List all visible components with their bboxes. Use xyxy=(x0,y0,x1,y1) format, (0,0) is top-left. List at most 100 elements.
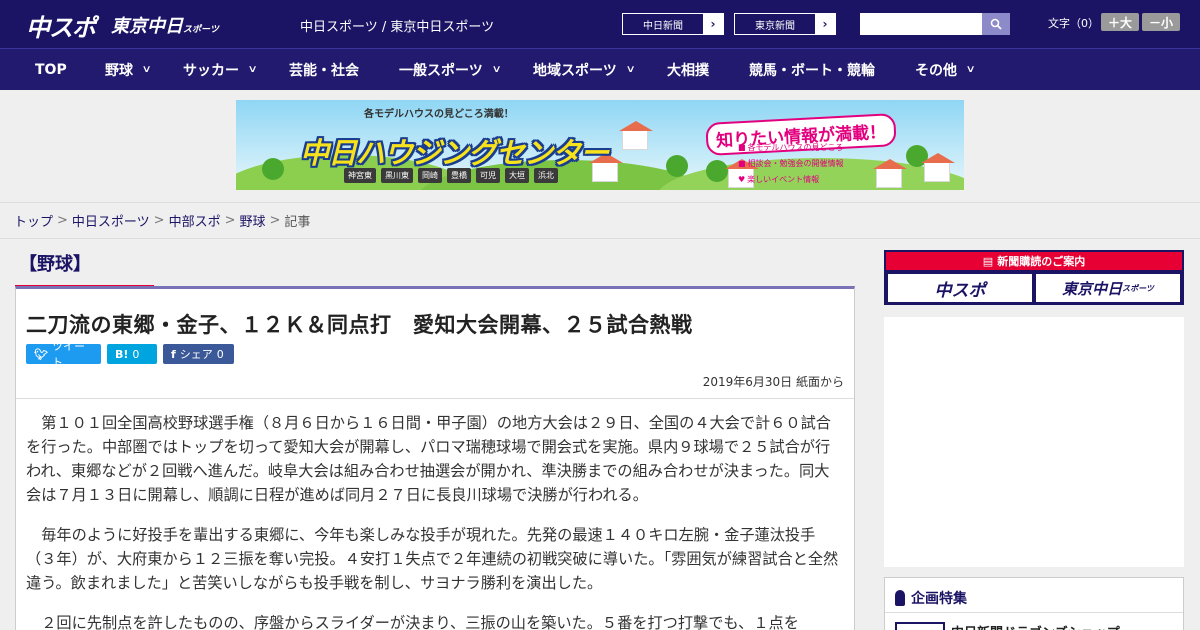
facebook-share-button[interactable]: f シェア 0 xyxy=(163,344,234,364)
nav-item-label: 地域スポーツ xyxy=(533,62,617,79)
nav-item-local-sports[interactable]: 地域スポーツ ∨ xyxy=(533,49,636,90)
facebook-label: シェア xyxy=(179,348,213,361)
housing-center-ad-banner[interactable]: 各モデルハウスの見どころ満載！ 中日ハウジングセンター 神宮東 黒川東 岡崎 豊… xyxy=(236,100,964,190)
house-icon xyxy=(921,153,955,182)
article-paragraph: ２回に先制点を許したものの、序盤からスライダーが決まり、三振の山を築いた。５番を… xyxy=(41,614,799,630)
nav-item-label: 競馬・ボート・競輪 xyxy=(749,62,875,79)
nav-item-racing[interactable]: 競馬・ボート・競輪 xyxy=(749,49,875,90)
subscribe-tokyo-chunichi-button[interactable]: 東京中日 スポーツ xyxy=(1036,274,1180,302)
search-icon xyxy=(990,18,1002,30)
article-paragraph: 第１０１回全国高校野球選手権（８月６日から１６日間・甲子園）の地方大会は２９日、… xyxy=(26,414,831,504)
banner-title: 中日ハウジングセンター xyxy=(300,136,609,170)
banner-feature-text: 各モデルハウスの見どころ xyxy=(747,143,844,152)
hatena-count: 0 xyxy=(132,347,140,361)
feature-box: 企画特集 中日新聞ドラゴンズショップ xyxy=(884,577,1184,630)
breadcrumb-link-baseball[interactable]: 野球 xyxy=(240,211,266,230)
chevron-down-icon: ∨ xyxy=(491,64,502,75)
search-button[interactable] xyxy=(982,13,1010,35)
facebook-count: 0 xyxy=(216,347,224,361)
nav-item-label: 大相撲 xyxy=(667,62,709,79)
breadcrumb-separator: > xyxy=(269,213,281,228)
font-larger-button[interactable]: ＋大 xyxy=(1101,13,1139,31)
banner-area: 各モデルハウスの見どころ満載！ 中日ハウジングセンター 神宮東 黒川東 岡崎 豊… xyxy=(0,90,1200,202)
sidebar-ad[interactable] xyxy=(884,317,1184,567)
banner-feature-item: ■ 相談会・勉強会の開催情報 xyxy=(738,156,846,172)
nav-item-label: TOP xyxy=(35,61,67,78)
breadcrumb-separator: > xyxy=(57,213,68,228)
category-label: 【野球】 xyxy=(19,254,91,275)
banner-feature-list: ■ 各モデルハウスの見どころ ■ 相談会・勉強会の開催情報 ♥ 楽しいイベント情報 xyxy=(738,140,846,188)
chevron-down-icon: ∨ xyxy=(965,64,976,75)
feature-thumbnail[interactable] xyxy=(895,622,945,630)
newspaper-icon: ▤ xyxy=(982,254,994,268)
feature-link[interactable]: 中日新聞ドラゴンズショップ xyxy=(951,622,1120,630)
banner-feature-item: ♥ 楽しいイベント情報 xyxy=(738,172,846,188)
chevron-down-icon: ∨ xyxy=(141,64,152,75)
nav-item-general-sports[interactable]: 一般スポーツ ∨ xyxy=(399,49,502,90)
feature-header: 企画特集 xyxy=(895,588,967,608)
subscription-header: ▤ 新聞購読のご案内 xyxy=(886,252,1182,270)
heart-icon: ♥ xyxy=(738,175,746,184)
font-size-label: 文字（0） xyxy=(1048,17,1099,30)
nav-item-baseball[interactable]: 野球 ∨ xyxy=(105,49,152,90)
chevron-down-icon: ∨ xyxy=(625,64,636,75)
chusupo-logo[interactable]: 中スポ xyxy=(26,8,96,43)
article-body: 第１０１回全国高校野球選手権（８月６日から１６日間・甲子園）の地方大会は２９日、… xyxy=(26,411,844,630)
subscribe-chusupo-button[interactable]: 中スポ xyxy=(888,274,1032,302)
chunichi-shimbun-label: 中日新聞 xyxy=(643,20,683,32)
site-header: 中スポ 東京中日スポーツ 中日スポーツ / 東京中日スポーツ 中日新聞 › 東京… xyxy=(0,0,1200,48)
main-nav: TOP 野球 ∨ サッカー ∨ 芸能・社会 一般スポーツ ∨ 地域スポーツ ∨ 大相撲 … xyxy=(0,48,1200,90)
banner-feature-item: ■ 各モデルハウスの見どころ xyxy=(738,140,846,156)
banner-top-text: 各モデルハウスの見どころ満載！ xyxy=(364,109,514,120)
breadcrumb-current: 記事 xyxy=(284,215,311,230)
subscribe-tokyo-label: 東京中日 xyxy=(1062,279,1123,298)
hatena-icon: B! xyxy=(115,347,129,361)
breadcrumb-link-chunichi-sports[interactable]: 中日スポーツ xyxy=(72,211,150,230)
nav-item-label: サッカー xyxy=(183,62,239,79)
banner-city: 豊橋 xyxy=(447,168,471,183)
search-input[interactable] xyxy=(860,13,982,35)
article-dateline: 2019年6月30日 紙面から xyxy=(702,375,844,389)
tokyo-shimbun-label: 東京新聞 xyxy=(755,20,795,32)
twitter-icon: 🐦︎ xyxy=(34,347,48,361)
hatena-bookmark-button[interactable]: B! 0 xyxy=(107,344,157,364)
site-names: 中日スポーツ / 東京中日スポーツ xyxy=(300,20,495,35)
breadcrumb-link-top[interactable]: トップ xyxy=(14,211,53,230)
nav-item-sumo[interactable]: 大相撲 xyxy=(667,49,709,90)
house-icon xyxy=(619,121,653,150)
font-smaller-button[interactable]: －小 xyxy=(1142,13,1180,31)
nav-item-entertainment[interactable]: 芸能・社会 xyxy=(289,49,359,90)
banner-city: 可児 xyxy=(476,168,500,183)
feature-divider xyxy=(885,612,1183,613)
breadcrumb-separator: > xyxy=(224,213,236,228)
nav-item-other[interactable]: その他 ∨ xyxy=(915,49,976,90)
pin-icon xyxy=(895,590,905,606)
article-title: 二刀流の東郷・金子、１２Ｋ＆同点打 愛知大会開幕、２５試合熱戦 xyxy=(26,313,693,337)
article-paragraph: 毎年のように好投手を輩出する東郷に、今年も楽しみな投手が現れた。先発の最速１４０… xyxy=(26,526,839,592)
banner-feature-text: 楽しいイベント情報 xyxy=(747,175,820,184)
tree-icon xyxy=(666,155,688,177)
bullet-icon: ■ xyxy=(738,159,746,168)
article-divider xyxy=(16,398,854,399)
tree-icon xyxy=(262,158,284,180)
nav-item-soccer[interactable]: サッカー ∨ xyxy=(183,49,258,90)
breadcrumb-link-chubu[interactable]: 中部スポ xyxy=(169,211,221,230)
nav-item-top[interactable]: TOP xyxy=(35,49,67,90)
chunichi-shimbun-button[interactable]: 中日新聞 › xyxy=(622,13,724,35)
bullet-icon: ■ xyxy=(738,143,746,152)
nav-item-label: 野球 xyxy=(105,62,133,79)
house-icon xyxy=(873,159,907,188)
nav-item-label: 芸能・社会 xyxy=(289,62,359,79)
subscription-box: ▤ 新聞購読のご案内 中スポ 東京中日 スポーツ xyxy=(884,250,1184,305)
tokyo-logo-small: スポーツ xyxy=(183,25,219,35)
feature-title: 企画特集 xyxy=(911,591,967,607)
nav-item-label: 一般スポーツ xyxy=(399,62,483,79)
tweet-button[interactable]: 🐦︎ ツイート xyxy=(26,340,101,369)
breadcrumb: トップ > 中日スポーツ > 中部スポ > 野球 > 記事 xyxy=(0,202,1200,239)
tokyo-chunichi-logo[interactable]: 東京中日スポーツ xyxy=(111,12,219,38)
facebook-icon: f xyxy=(171,347,176,361)
banner-city: 黒川東 xyxy=(381,168,413,183)
banner-city: 大垣 xyxy=(505,168,529,183)
tokyo-shimbun-button[interactable]: 東京新聞 › xyxy=(734,13,836,35)
chevron-right-icon: › xyxy=(815,14,835,34)
